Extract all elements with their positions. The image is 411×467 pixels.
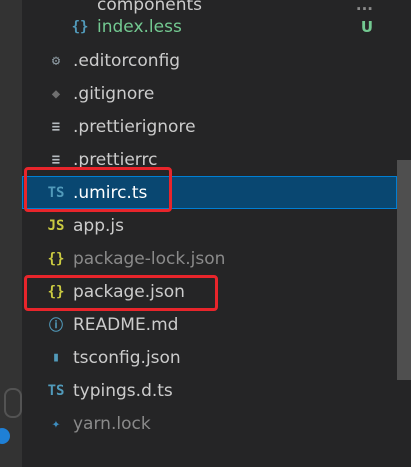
info-icon: ⓘ xyxy=(49,317,63,334)
tree-item-gitignore[interactable]: ◆ .gitignore xyxy=(22,77,397,110)
tree-item-prettierignore[interactable]: ≡ .prettierignore xyxy=(22,110,397,143)
braces-icon: {} xyxy=(71,18,89,35)
tree-item-label: tsconfig.json xyxy=(73,347,181,368)
tree-item-prettierrc[interactable]: ≡ .prettierrc xyxy=(22,143,397,176)
scrollbar-track[interactable] xyxy=(397,0,411,467)
lines-icon: ≡ xyxy=(51,118,61,135)
tree-item-yarn-lock[interactable]: ✦ yarn.lock xyxy=(22,407,397,440)
tree-item-app-js[interactable]: JS app.js xyxy=(22,209,397,242)
untracked-badge: U xyxy=(360,17,373,36)
tree-item-package-lock[interactable]: {} package-lock.json xyxy=(22,242,397,275)
tree-item-label: .prettierignore xyxy=(73,116,196,137)
tree-item-label: app.js xyxy=(73,215,124,236)
activity-bar xyxy=(0,0,22,467)
tree-item-typings[interactable]: TS typings.d.ts xyxy=(22,374,397,407)
tree-item-label: typings.d.ts xyxy=(73,380,173,401)
tree-item-label: .prettierrc xyxy=(73,149,158,170)
tree-item-label: .editorconfig xyxy=(73,50,181,71)
tree-item-package-json[interactable]: {} package.json xyxy=(22,275,397,308)
json-icon: {} xyxy=(47,283,65,300)
git-icon: ◆ xyxy=(51,85,61,102)
tree-item-index-less[interactable]: {} index.less U xyxy=(22,10,397,43)
typescript-icon: TS xyxy=(47,382,65,399)
notification-badge[interactable] xyxy=(0,428,10,444)
typescript-icon: TS xyxy=(47,184,65,201)
tree-item-label: README.md xyxy=(73,314,179,335)
tree-item-label: package.json xyxy=(73,281,185,302)
tree-item-readme[interactable]: ⓘ README.md xyxy=(22,308,397,341)
tree-item-label: index.less xyxy=(97,16,182,37)
tsconfig-icon: ▮ xyxy=(52,350,60,365)
lines-icon: ≡ xyxy=(51,151,61,168)
tree-item-label: .gitignore xyxy=(73,83,155,104)
tree-item-label: yarn.lock xyxy=(73,413,151,434)
tree-item-label: .umirc.ts xyxy=(73,182,148,203)
file-explorer: components ... {} index.less U ⚙ .editor… xyxy=(22,0,411,467)
json-icon: {} xyxy=(47,250,65,267)
tree-item-editorconfig[interactable]: ⚙ .editorconfig xyxy=(22,44,397,77)
scrollbar-thumb[interactable] xyxy=(397,160,411,380)
tree-item-umirc[interactable]: TS .umirc.ts xyxy=(22,176,397,209)
gear-icon: ⚙ xyxy=(51,52,61,69)
tree-item-label: package-lock.json xyxy=(73,248,226,269)
yarn-icon: ✦ xyxy=(51,415,61,432)
javascript-icon: JS xyxy=(47,217,65,234)
accounts-icon[interactable] xyxy=(4,388,22,418)
tree-item-tsconfig[interactable]: ▮ tsconfig.json xyxy=(22,341,397,374)
